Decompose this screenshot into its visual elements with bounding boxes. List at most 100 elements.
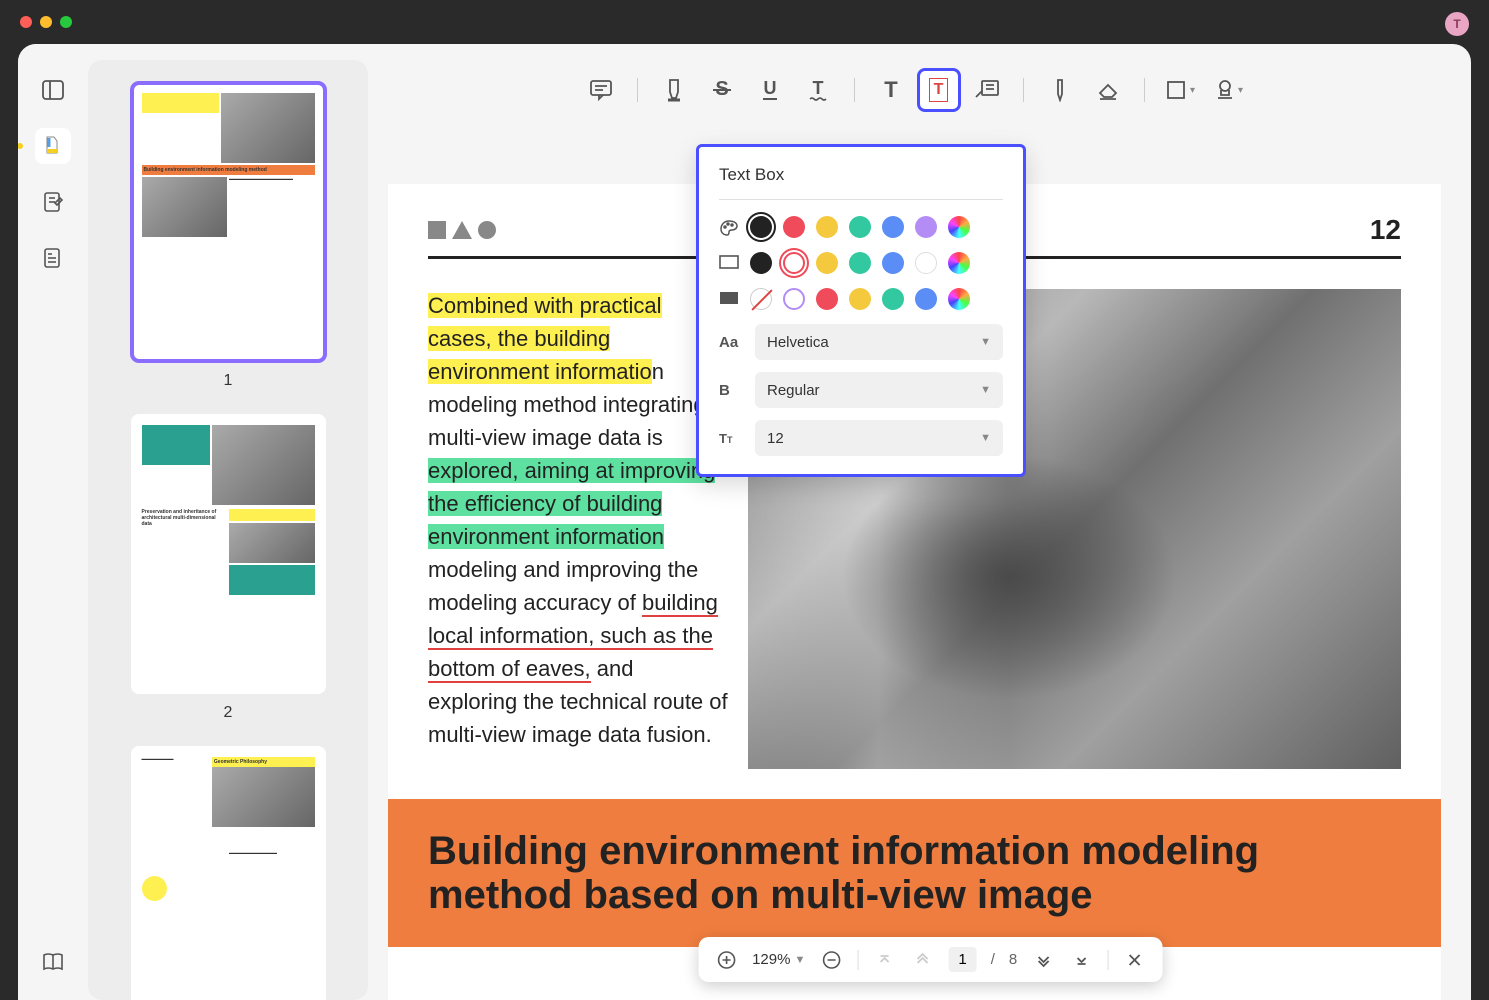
thumbnail-item[interactable]: ▬▬▬▬▬▬▬▬Geometric Philosophy ▬▬▬▬▬▬▬▬▬▬▬… [118,746,338,1000]
toolbar-separator [1144,78,1145,102]
font-icon: Aa [719,334,741,351]
color-swatch-blue[interactable] [915,288,937,310]
bold-icon: B [719,382,741,399]
font-weight-row: B Regular▼ [719,372,1003,408]
underline-button[interactable]: U [748,68,792,112]
color-swatch-custom[interactable] [948,252,970,274]
text-tool-button[interactable]: T [869,68,913,112]
textbox-tool-button[interactable]: T [917,68,961,112]
window-titlebar: T [0,0,1489,44]
callout-tool-button[interactable] [965,68,1009,112]
squiggly-underline-button[interactable]: T [796,68,840,112]
highlighted-text: Combined with practical cases, the build… [428,293,662,384]
thumbnail-page-1[interactable]: Building environment information modelin… [131,82,326,362]
thumbnail-number: 2 [118,704,338,722]
thumbnail-page-3[interactable]: ▬▬▬▬▬▬▬▬Geometric Philosophy ▬▬▬▬▬▬▬▬▬▬▬… [131,746,326,1000]
thumbnail-item[interactable]: Preservation and inheritance of architec… [118,414,338,722]
popup-title: Text Box [719,165,1003,185]
color-swatch-black[interactable] [750,216,772,238]
size-icon: TT [719,431,741,446]
color-swatch-yellow[interactable] [816,216,838,238]
svg-text:U: U [763,78,776,98]
font-family-select[interactable]: Helvetica▼ [755,324,1003,360]
color-swatch-red[interactable] [783,252,805,274]
text-color-row [719,216,1003,238]
font-size-select[interactable]: 12▼ [755,420,1003,456]
bottombar-separator [857,950,858,970]
thumbnail-item[interactable]: Building environment information modelin… [118,82,338,390]
thumbnail-number: 1 [118,372,338,390]
body-text[interactable]: Combined with practical cases, the build… [428,289,728,769]
outline-tool-icon[interactable] [35,240,71,276]
svg-text:T: T [884,78,898,102]
pen-tool-button[interactable] [1038,68,1082,112]
color-swatch-purple[interactable] [915,216,937,238]
color-swatch-blue[interactable] [882,216,904,238]
color-swatch-white[interactable] [915,252,937,274]
page-number-input[interactable]: 1 [948,947,976,972]
font-size-row: TT 12▼ [719,420,1003,456]
stamp-tool-button[interactable]: ▾ [1207,68,1251,112]
color-swatch-teal[interactable] [849,252,871,274]
thumbnail-page-2[interactable]: Preservation and inheritance of architec… [131,414,326,694]
strikethrough-button[interactable]: S [700,68,744,112]
page-number: 12 [1370,214,1401,246]
font-weight-select[interactable]: Regular▼ [755,372,1003,408]
left-rail [18,44,88,1000]
last-page-button[interactable] [1069,948,1093,972]
annotation-toolbar: S U T T T ▾ ▾ [378,60,1451,120]
color-swatch-none[interactable] [750,288,772,310]
first-page-button[interactable] [872,948,896,972]
reading-mode-icon[interactable] [35,944,71,980]
app-window: Building environment information modelin… [18,44,1471,1000]
color-swatch-custom[interactable] [948,288,970,310]
color-swatch-purple-outline[interactable] [783,288,805,310]
toolbar-separator [637,78,638,102]
highlight-tool-icon[interactable] [35,128,71,164]
comment-tool-button[interactable] [579,68,623,112]
minimize-window-button[interactable] [40,16,52,28]
font-family-row: Aa Helvetica▼ [719,324,1003,360]
toolbar-separator [1023,78,1024,102]
notes-tool-icon[interactable] [35,184,71,220]
prev-page-button[interactable] [910,948,934,972]
fill-icon [719,291,739,307]
article-title: Building environment information modelin… [428,829,1401,917]
maximize-window-button[interactable] [60,16,72,28]
textbox-options-popup: Text Box [696,144,1026,477]
user-avatar[interactable]: T [1445,12,1469,36]
zoom-out-button[interactable] [819,948,843,972]
sidebar-toggle-icon[interactable] [35,72,71,108]
thumbnail-panel[interactable]: Building environment information modelin… [88,60,368,1000]
color-swatch-black[interactable] [750,252,772,274]
highlight-marker-button[interactable] [652,68,696,112]
color-swatch-yellow[interactable] [849,288,871,310]
border-icon [719,255,739,271]
fill-color-row [719,288,1003,310]
color-swatch-red[interactable] [816,288,838,310]
toolbar-separator [854,78,855,102]
zoom-in-button[interactable] [714,948,738,972]
header-shapes-icon [428,221,496,239]
eraser-tool-button[interactable] [1086,68,1130,112]
next-page-button[interactable] [1031,948,1055,972]
color-swatch-teal[interactable] [849,216,871,238]
zoom-level-select[interactable]: 129%▼ [752,951,805,968]
color-swatch-yellow[interactable] [816,252,838,274]
color-swatch-red[interactable] [783,216,805,238]
title-banner: Building environment information modelin… [388,799,1441,947]
popup-divider [719,199,1003,200]
palette-icon [719,219,739,235]
color-swatch-blue[interactable] [882,252,904,274]
svg-text:T: T [812,78,823,98]
close-bar-button[interactable] [1122,948,1146,972]
color-swatch-teal[interactable] [882,288,904,310]
border-color-row [719,252,1003,274]
highlighted-text: explored, aiming at improving the effici… [428,458,715,549]
bottombar-separator [1107,950,1108,970]
color-swatch-custom[interactable] [948,216,970,238]
page-separator: / [991,951,995,968]
traffic-lights [20,16,72,28]
shape-tool-button[interactable]: ▾ [1159,68,1203,112]
close-window-button[interactable] [20,16,32,28]
